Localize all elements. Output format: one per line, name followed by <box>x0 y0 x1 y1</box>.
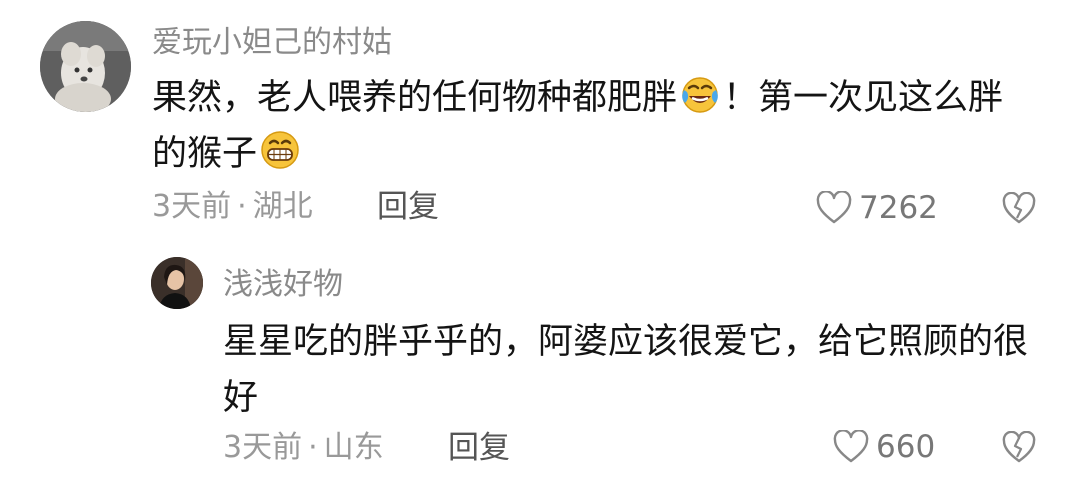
reply-time: 3天前 <box>223 430 303 465</box>
like-button[interactable]: 660 <box>832 427 935 467</box>
reply-location: 山东 <box>323 430 384 465</box>
separator: · <box>237 189 247 224</box>
username[interactable]: 爱玩小妲己的村姑 <box>152 26 392 60</box>
reply-username[interactable]: 浅浅好物 <box>223 268 343 302</box>
heart-icon <box>833 430 869 463</box>
grinning-emoji-icon <box>259 129 301 171</box>
like-count: 7262 <box>859 190 938 226</box>
broken-heart-icon <box>1002 430 1036 463</box>
like-count: 660 <box>876 429 936 465</box>
comment-text-part: 果然，老人喂养的任何物种都肥胖 <box>152 78 678 118</box>
reply-button[interactable]: 回复 <box>448 431 510 465</box>
dislike-button[interactable] <box>1002 430 1036 465</box>
comment-text: 果然，老人喂养的任何物种都肥胖 ！第一次见这么胖的猴子 <box>152 70 1017 182</box>
reply-text: 星星吃的胖乎乎的，阿婆应该很爱它，给它照顾的很好 <box>223 322 1029 418</box>
person-avatar-icon <box>151 257 203 309</box>
like-button[interactable]: 7262 <box>815 188 938 228</box>
comment-location: 湖北 <box>252 189 313 224</box>
dislike-button[interactable] <box>1002 191 1036 226</box>
separator: · <box>308 430 318 465</box>
laughing-tears-emoji-icon <box>679 73 721 115</box>
reply-button[interactable]: 回复 <box>377 190 439 224</box>
comment-meta: 3天前 · 湖北 <box>152 190 313 224</box>
reply-meta: 3天前 · 山东 <box>223 431 384 465</box>
user-avatar[interactable] <box>40 21 131 112</box>
broken-heart-icon <box>1002 191 1036 224</box>
comment-time: 3天前 <box>152 189 232 224</box>
reply-user-avatar[interactable] <box>151 257 203 309</box>
heart-icon <box>816 191 852 224</box>
dog-avatar-icon <box>40 21 131 112</box>
